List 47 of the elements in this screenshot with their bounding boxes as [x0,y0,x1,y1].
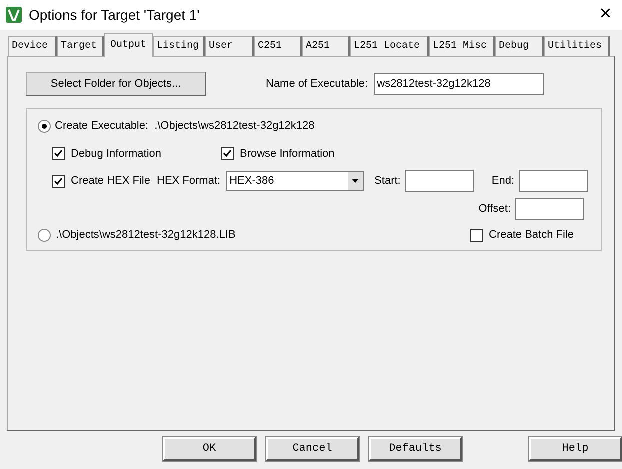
tab[interactable]: Debug [495,36,544,56]
tab[interactable]: A251 [302,36,350,56]
tab[interactable]: Utilities [544,36,610,56]
checkbox[interactable] [52,147,65,160]
checkbox-label: Browse Information [240,146,335,162]
tab[interactable]: L251 Locate [350,36,429,56]
executable-path: .\Objects\ws2812test-32g12k128 [154,119,315,134]
radio-button[interactable] [38,120,51,133]
close-button[interactable]: ✕ [599,3,612,27]
radio-button[interactable] [38,228,51,242]
offset-field[interactable] [515,198,584,220]
checkbox[interactable] [221,147,234,160]
select-folder-button[interactable]: Select Folder for Objects... [26,72,206,96]
executable-name-field[interactable]: ws2812test-32g12k128 [374,73,544,95]
tab[interactable]: User [205,36,254,56]
dialog-button[interactable]: OK [163,437,256,461]
checkbox[interactable] [470,228,484,242]
check-icon [54,149,63,158]
start-field[interactable] [404,170,474,192]
field-label: Name of Executable: [266,76,368,92]
field-label: HEX Format: [157,174,221,189]
window-title: Options for Target 'Target 1' [29,6,200,25]
checkbox-label: Create HEX File [71,174,150,189]
radio-label: .\Objects\ws2812test-32g12k128.LIB [56,228,236,243]
dialog-button[interactable]: Cancel [266,437,359,461]
dialog-button[interactable]: Defaults [369,437,462,461]
checkbox-label: Debug Information [71,146,162,162]
app-icon [6,7,22,23]
field-label: End: [492,174,515,189]
dropdown-value: HEX-386 [230,174,276,189]
hex-format-dropdown[interactable]: HEX-386 [226,171,364,191]
dialog-button[interactable]: Help [529,437,622,461]
tab[interactable]: L251 Misc [429,36,495,56]
end-field[interactable] [518,170,588,192]
tab[interactable]: Device [8,36,57,56]
checkbox[interactable] [52,174,65,188]
check-icon [54,176,63,186]
check-icon [223,149,232,158]
tab[interactable]: C251 [254,36,302,56]
tab[interactable]: Target [57,36,104,56]
field-label: Offset: [478,202,511,217]
field-label: Start: [374,174,401,189]
tab[interactable]: Listing [153,36,205,56]
tab[interactable]: Output [104,33,153,57]
checkbox-label: Create Batch File [489,228,574,243]
caret-icon [348,172,363,190]
radio-label: Create Executable: [55,119,149,134]
